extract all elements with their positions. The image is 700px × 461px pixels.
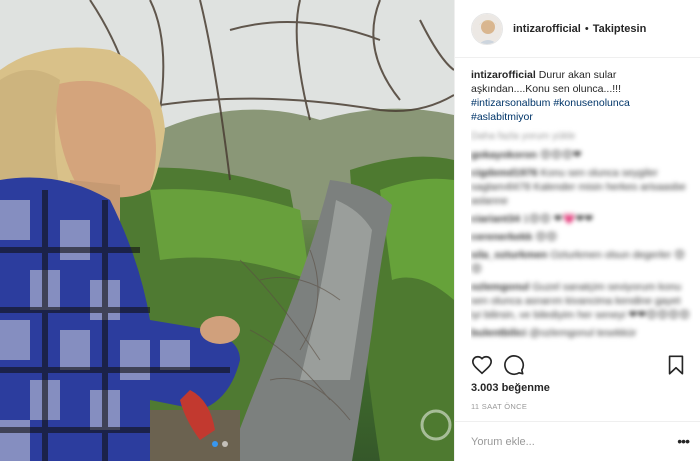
header-separator: • (584, 22, 589, 35)
post-timestamp: 11 SAAT ÖNCE (471, 402, 528, 411)
comment-text: 😍😍 (535, 231, 558, 243)
comment-username[interactable]: bulentbilici (471, 327, 526, 339)
bookmark-icon[interactable] (665, 354, 687, 376)
post-photo[interactable] (0, 0, 454, 461)
comment-username[interactable]: sila_ozturkmen (471, 249, 547, 261)
carousel-dot-2 (222, 441, 228, 447)
post-actions (469, 354, 689, 380)
comment-item: ciariant34 1😍😍 ❤💗❤❤ (471, 212, 693, 226)
comment-username[interactable]: cigdemd1976 (471, 167, 538, 179)
load-more-comments[interactable]: Daha fazla yorum yükle (471, 130, 693, 144)
comment-username[interactable]: gokayokoron (471, 149, 537, 161)
comment-text: 1😍😍 ❤💗❤❤ (523, 213, 594, 225)
caption: intizarofficial Durur akan sular aşkından… (471, 68, 693, 124)
follow-status[interactable]: Takiptesin (593, 23, 647, 35)
comment-text: @ozlemgonul tesekkür (529, 327, 637, 339)
comment-input[interactable] (471, 432, 661, 452)
heart-icon[interactable] (471, 354, 493, 376)
username-link[interactable]: intizarofficial (513, 23, 581, 35)
comment-item: cigdemd1976 Konu sen olunca seygiler sagl… (471, 166, 693, 208)
comment-item: bulentbilici @ozlemgonul tesekkür (471, 326, 693, 340)
comment-icon[interactable] (503, 354, 525, 376)
comment-username[interactable]: cerenerkekk (471, 231, 532, 243)
more-options-icon[interactable]: ••• (677, 434, 690, 448)
comment-text: 😍😍😍❤ (539, 149, 582, 161)
comments-list: intizarofficial Durur akan sular aşkından… (471, 68, 693, 350)
likes-count[interactable]: 3.003 beğenme (471, 382, 550, 394)
post-side-panel: intizarofficial • Takiptesin intizaroffici… (454, 0, 700, 461)
comment-item: cerenerkekk 😍😍 (471, 230, 693, 244)
avatar[interactable] (471, 12, 503, 45)
comment-username[interactable]: ciariant34 (471, 213, 520, 225)
add-comment-bar: ••• (455, 421, 700, 461)
comment-item: sila_ozturkmen Ozturkmen olsun degerler 😍… (471, 248, 693, 276)
comment-item: gokayokoron 😍😍😍❤ (471, 148, 693, 162)
comment-item: ozlemgonul Guzel sanatçim seviyorum konu … (471, 280, 693, 322)
post-header: intizarofficial • Takiptesin (455, 0, 700, 58)
caption-username[interactable]: intizarofficial (471, 69, 536, 81)
hashtag-link[interactable]: #konusenolunca (553, 97, 629, 109)
hashtag-link[interactable]: #aslabitmiyor (471, 111, 533, 123)
header-text: intizarofficial • Takiptesin (513, 23, 646, 35)
carousel-dot-1 (212, 441, 218, 447)
comment-username[interactable]: ozlemgonul (471, 281, 529, 293)
hashtag-link[interactable]: #intizarsonalbum (471, 97, 550, 109)
avatar-image (472, 13, 502, 44)
photo-scene (0, 0, 454, 461)
